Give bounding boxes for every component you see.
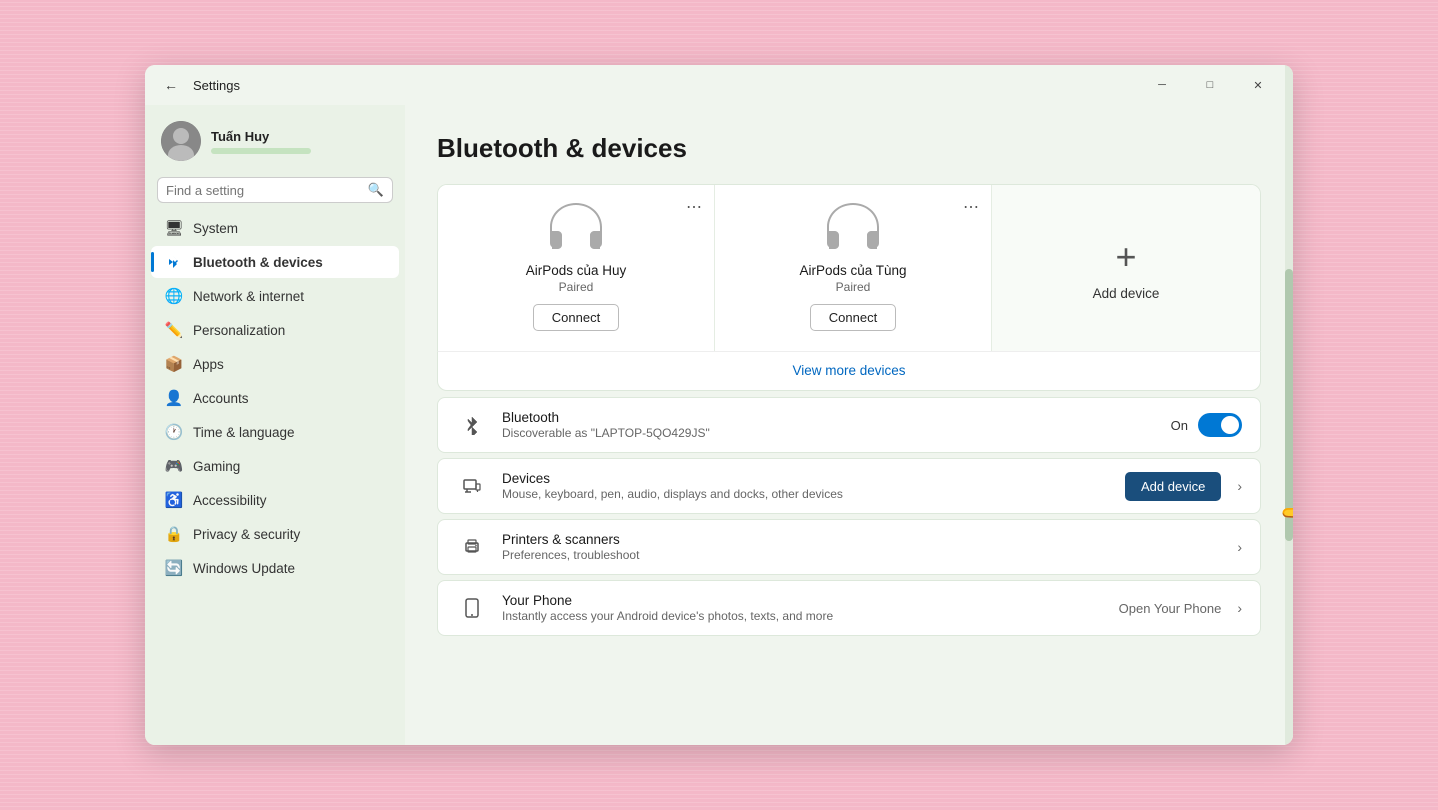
system-icon: 🖥 (165, 219, 183, 237)
gaming-icon: 🎮 (165, 457, 183, 475)
content-area: Tuấn Huy 🔍 🖥 System (145, 105, 1293, 745)
search-box[interactable]: 🔍 (157, 177, 393, 203)
devices-chevron: › (1237, 478, 1242, 494)
bluetooth-icon (165, 253, 183, 271)
search-icon[interactable]: 🔍 (368, 182, 384, 198)
device-status-0: Paired (559, 280, 594, 294)
devices-setting-title: Devices (502, 471, 1125, 486)
card-menu-1[interactable]: ⋯ (963, 197, 979, 217)
sidebar-label-privacy: Privacy & security (193, 527, 300, 542)
headphone-icon-1 (821, 201, 885, 255)
sidebar-label-bluetooth: Bluetooth & devices (193, 255, 323, 270)
sidebar-item-update[interactable]: 🔄 Windows Update (151, 552, 399, 584)
setting-row-devices[interactable]: Devices Mouse, keyboard, pen, audio, dis… (437, 458, 1261, 514)
phone-setting-icon (456, 592, 488, 624)
setting-row-printers[interactable]: Printers & scanners Preferences, trouble… (437, 519, 1261, 575)
scroll-thumb (1285, 269, 1293, 541)
apps-icon: 📦 (165, 355, 183, 373)
bluetooth-setting-sub: Discoverable as "LAPTOP-5QO429JS" (502, 426, 1171, 440)
setting-row-phone[interactable]: Your Phone Instantly access your Android… (437, 580, 1261, 636)
connect-button-1[interactable]: Connect (810, 304, 896, 331)
window-controls: ─ □ ✕ (1139, 69, 1281, 101)
phone-chevron: › (1237, 600, 1242, 616)
phone-action-label: Open Your Phone (1119, 601, 1222, 616)
avatar (161, 121, 201, 161)
devices-setting-sub: Mouse, keyboard, pen, audio, displays an… (502, 487, 1125, 501)
devices-setting-icon (456, 470, 488, 502)
bluetooth-setting-icon (456, 409, 488, 441)
sidebar-label-gaming: Gaming (193, 459, 240, 474)
toggle-knob (1221, 416, 1239, 434)
device-name-0: AirPods của Huy (526, 263, 627, 278)
minimize-button[interactable]: ─ (1139, 69, 1185, 101)
page-title: Bluetooth & devices (437, 133, 1261, 164)
sidebar-label-personalization: Personalization (193, 323, 285, 338)
setting-row-bluetooth[interactable]: Bluetooth Discoverable as "LAPTOP-5QO429… (437, 397, 1261, 453)
sidebar-item-privacy[interactable]: 🔒 Privacy & security (151, 518, 399, 550)
sidebar-item-network[interactable]: 🌐 Network & internet (151, 280, 399, 312)
close-button[interactable]: ✕ (1235, 69, 1281, 101)
sidebar-item-gaming[interactable]: 🎮 Gaming (151, 450, 399, 482)
sidebar-item-apps[interactable]: 📦 Apps (151, 348, 399, 380)
sidebar-label-accessibility: Accessibility (193, 493, 267, 508)
bluetooth-setting-title: Bluetooth (502, 410, 1171, 425)
device-status-1: Paired (836, 280, 871, 294)
time-icon: 🕐 (165, 423, 183, 441)
sidebar-label-network: Network & internet (193, 289, 304, 304)
network-icon: 🌐 (165, 287, 183, 305)
printers-chevron: › (1237, 539, 1242, 555)
sidebar-label-accounts: Accounts (193, 391, 249, 406)
sidebar-label-apps: Apps (193, 357, 224, 372)
sidebar-item-system[interactable]: 🖥 System (151, 212, 399, 244)
connect-button-0[interactable]: Connect (533, 304, 619, 331)
maximize-button[interactable]: □ (1187, 69, 1233, 101)
sidebar: Tuấn Huy 🔍 🖥 System (145, 105, 405, 745)
device-card-0: ⋯ AirPods của Huy Paired Connect (438, 185, 715, 351)
sidebar-label-update: Windows Update (193, 561, 295, 576)
titlebar: ← Settings ─ □ ✕ (145, 65, 1293, 105)
sidebar-label-time: Time & language (193, 425, 295, 440)
user-section: Tuấn Huy (145, 113, 405, 177)
add-device-button[interactable]: Add device (1125, 472, 1221, 501)
update-icon: 🔄 (165, 559, 183, 577)
device-cards: ⋯ AirPods của Huy Paired Connect ⋯ (437, 184, 1261, 351)
sidebar-label-system: System (193, 221, 238, 236)
scrollbar[interactable] (1285, 105, 1293, 745)
user-name: Tuấn Huy (211, 129, 311, 144)
printers-setting-icon (456, 531, 488, 563)
add-device-label: Add device (1093, 286, 1160, 301)
sidebar-item-bluetooth[interactable]: Bluetooth & devices (151, 246, 399, 278)
sidebar-item-accessibility[interactable]: ♿ Accessibility (151, 484, 399, 516)
sidebar-item-accounts[interactable]: 👤 Accounts (151, 382, 399, 414)
bluetooth-toggle[interactable] (1198, 413, 1242, 437)
view-more-link[interactable]: View more devices (792, 363, 905, 378)
main-content: Bluetooth & devices ⋯ AirPods của Huy Pa… (405, 105, 1293, 745)
back-button[interactable]: ← (157, 71, 185, 99)
headphone-icon-0 (544, 201, 608, 255)
sidebar-item-time[interactable]: 🕐 Time & language (151, 416, 399, 448)
printers-setting-title: Printers & scanners (502, 532, 1231, 547)
phone-setting-title: Your Phone (502, 593, 1119, 608)
personalization-icon: ✏️ (165, 321, 183, 339)
toggle-label: On (1171, 418, 1188, 433)
search-input[interactable] (166, 183, 362, 198)
card-menu-0[interactable]: ⋯ (686, 197, 702, 217)
accounts-icon: 👤 (165, 389, 183, 407)
window-title: Settings (193, 78, 1139, 93)
add-device-card[interactable]: + Add device (992, 185, 1260, 351)
sidebar-item-personalization[interactable]: ✏️ Personalization (151, 314, 399, 346)
phone-setting-sub: Instantly access your Android device's p… (502, 609, 1119, 623)
accessibility-icon: ♿ (165, 491, 183, 509)
add-icon: + (1115, 236, 1136, 278)
privacy-icon: 🔒 (165, 525, 183, 543)
device-card-1: ⋯ AirPods của Tùng Paired Connect (715, 185, 992, 351)
view-more-row[interactable]: View more devices (437, 351, 1261, 391)
settings-window: ← Settings ─ □ ✕ (145, 65, 1293, 745)
printers-setting-sub: Preferences, troubleshoot (502, 548, 1231, 562)
user-bar (211, 148, 311, 154)
device-name-1: AirPods của Tùng (799, 263, 906, 278)
